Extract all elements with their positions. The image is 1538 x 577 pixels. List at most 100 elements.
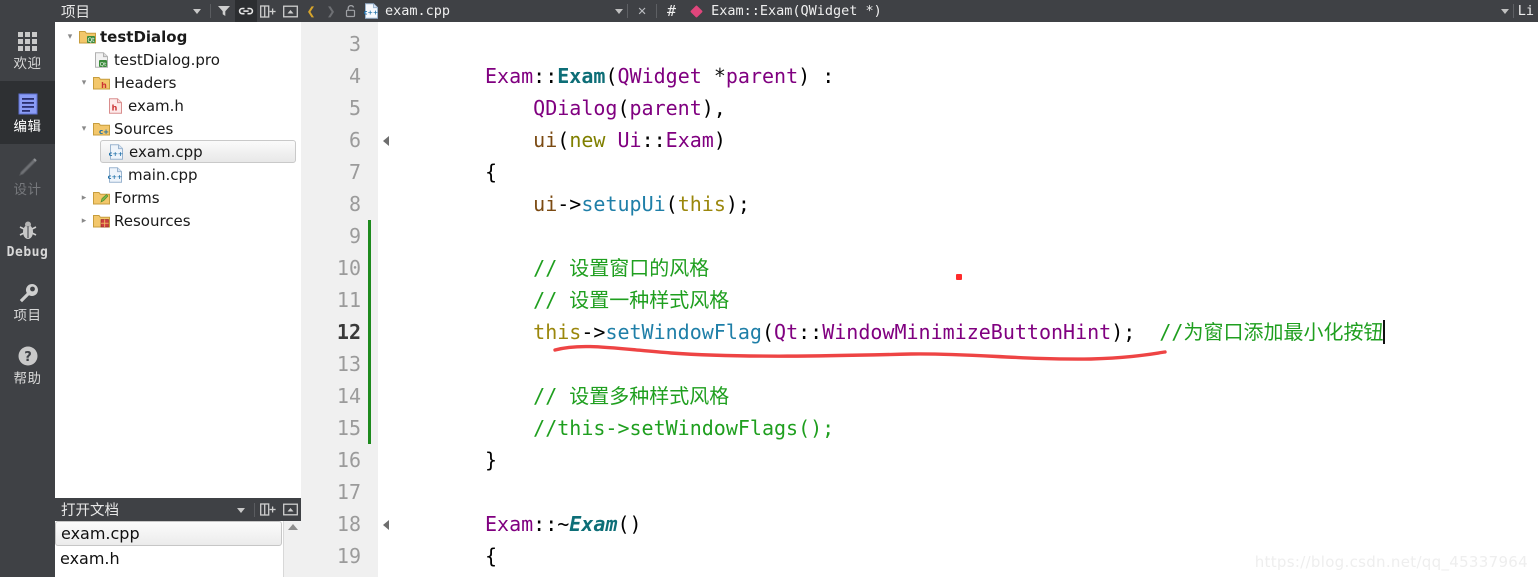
- open-document-label: exam.h: [60, 549, 120, 568]
- code-editor[interactable]: Exam::Exam(QWidget *parent) : QDialog(pa…: [301, 22, 1538, 577]
- code-line[interactable]: // 设置多种样式风格: [485, 380, 729, 412]
- folder-form-icon: [91, 190, 111, 205]
- code-line[interactable]: Exam::~Exam(): [485, 508, 642, 540]
- code-token: (): [617, 512, 642, 536]
- code-line[interactable]: {: [485, 540, 497, 572]
- editor-toolbar: ❮ ❯ c++ exam.cpp ✕ # Exam::Exam(QWidget …: [301, 0, 1538, 22]
- folder-cpp-icon: c+: [91, 121, 111, 136]
- code-line[interactable]: {: [485, 156, 497, 188]
- tree-item-testdialog[interactable]: ▾ Qt testDialog: [55, 25, 301, 48]
- line-number: 6: [348, 128, 361, 152]
- code-line[interactable]: //this->setWindowFlags();: [485, 412, 834, 444]
- code-line[interactable]: this->setWindowFlag(Qt::WindowMinimizeBu…: [485, 316, 1386, 348]
- line-number: 8: [348, 192, 361, 216]
- code-line[interactable]: // 设置一种样式风格: [485, 284, 729, 316]
- code-token: this: [677, 192, 726, 216]
- tree-item-testdialog-pro[interactable]: Qt testDialog.pro: [55, 48, 301, 71]
- chevron-down-icon[interactable]: [230, 499, 252, 521]
- code-token: }: [485, 448, 498, 472]
- tree-item-forms[interactable]: ▸ Forms: [55, 186, 301, 209]
- line-number: 3: [348, 32, 361, 56]
- grid-icon: [18, 28, 37, 54]
- divider: [1512, 4, 1514, 18]
- tree-item-label: testDialog: [100, 27, 188, 46]
- scrollbar[interactable]: [283, 521, 301, 577]
- chevron-down-icon[interactable]: ▾: [63, 32, 77, 42]
- chevron-down-icon[interactable]: ▾: [77, 124, 91, 134]
- code-line[interactable]: Exam::Exam(QWidget *parent) :: [485, 60, 834, 92]
- svg-text:c+: c+: [98, 128, 108, 136]
- code-line[interactable]: }: [485, 444, 497, 476]
- fold-marker-icon[interactable]: [383, 520, 389, 530]
- question-icon: ?: [17, 343, 39, 369]
- unlocked-icon[interactable]: [341, 0, 361, 22]
- code-token: //this->setWindowFlags();: [485, 416, 835, 440]
- chevron-down-icon[interactable]: ▾: [77, 78, 91, 88]
- code-line[interactable]: // 设置窗口的风格: [485, 252, 709, 284]
- project-tree-panel: 项目 ▾ Qt testDialog Qt testDialog.pro ▾ h…: [55, 0, 301, 498]
- chevron-right-icon[interactable]: ❯: [321, 0, 341, 22]
- split-icon[interactable]: [257, 499, 279, 521]
- chevron-right-icon[interactable]: ▸: [77, 216, 91, 226]
- chevron-down-icon[interactable]: [615, 8, 624, 14]
- mode-item-projects[interactable]: 项目: [0, 270, 55, 333]
- svg-text:Qt: Qt: [99, 62, 106, 68]
- collapse-icon[interactable]: [279, 499, 301, 521]
- close-icon[interactable]: ✕: [632, 0, 652, 22]
- chevron-left-icon[interactable]: ❮: [301, 0, 321, 22]
- code-token: Qt: [774, 320, 799, 344]
- code-area[interactable]: Exam::Exam(QWidget *parent) : QDialog(pa…: [378, 22, 1538, 577]
- line-number: 17: [336, 480, 361, 504]
- tree-item-label: testDialog.pro: [114, 50, 220, 69]
- svg-text:?: ?: [24, 350, 32, 365]
- tree-item-exam-cpp[interactable]: c++ exam.cpp: [100, 140, 296, 163]
- code-token: // 设置一种样式风格: [485, 288, 730, 312]
- open-document-item[interactable]: exam.h: [55, 546, 301, 571]
- line-number: 19: [336, 544, 361, 568]
- pencil-icon: [16, 154, 40, 180]
- mode-item-design[interactable]: 设计: [0, 144, 55, 207]
- code-line[interactable]: QDialog(parent),: [485, 92, 726, 124]
- code-token: Exam: [485, 64, 534, 88]
- watermark: https://blog.csdn.net/qq_45337964: [1254, 553, 1528, 571]
- code-line[interactable]: ui(new Ui::Exam): [485, 124, 726, 156]
- tree-item-sources[interactable]: ▾ c+ Sources: [55, 117, 301, 140]
- tree-item-exam-h[interactable]: h exam.h: [55, 94, 301, 117]
- mode-item-help[interactable]: ? 帮助: [0, 333, 55, 396]
- code-token: // 设置窗口的风格: [485, 256, 710, 280]
- code-token: ->: [557, 192, 582, 216]
- mode-item-label: 编辑: [13, 119, 42, 135]
- cpp-file-icon: c++: [105, 166, 125, 183]
- line-number: 7: [348, 160, 361, 184]
- folder-h-icon: h: [91, 75, 111, 90]
- mode-item-label: 欢迎: [13, 56, 42, 72]
- collapse-icon[interactable]: [279, 0, 301, 22]
- mode-item-label: 帮助: [13, 371, 42, 387]
- text-caret: [1383, 320, 1386, 344]
- tree-item-label: main.cpp: [128, 165, 198, 184]
- filter-icon[interactable]: [213, 0, 235, 22]
- fold-marker-icon[interactable]: [383, 136, 389, 146]
- code-token: (: [761, 320, 775, 344]
- open-document-item[interactable]: exam.cpp: [55, 521, 282, 546]
- code-line[interactable]: ui->setupUi(this);: [485, 188, 750, 220]
- chevron-down-icon[interactable]: [186, 0, 208, 22]
- mode-item-edit[interactable]: 编辑: [0, 81, 55, 144]
- tree-item-main-cpp[interactable]: c++ main.cpp: [55, 163, 301, 186]
- tree-item-resources[interactable]: ▸ Resources: [55, 209, 301, 232]
- scroll-up-arrow[interactable]: [287, 524, 298, 530]
- chevron-right-icon[interactable]: ▸: [77, 193, 91, 203]
- mode-item-debug[interactable]: Debug: [0, 207, 55, 270]
- link-icon[interactable]: [235, 0, 257, 22]
- line-number: 18: [336, 512, 361, 536]
- tree-item-label: Resources: [114, 211, 191, 230]
- tree-item-headers[interactable]: ▾ h Headers: [55, 71, 301, 94]
- line-number: 12: [336, 320, 361, 344]
- code-token: ) :: [798, 64, 835, 88]
- code-token: (: [557, 128, 570, 152]
- editor-symbol[interactable]: Exam::Exam(QWidget *): [706, 3, 882, 19]
- chevron-down-icon[interactable]: [1500, 8, 1509, 14]
- split-icon[interactable]: [257, 0, 279, 22]
- mode-item-welcome[interactable]: 欢迎: [0, 18, 55, 81]
